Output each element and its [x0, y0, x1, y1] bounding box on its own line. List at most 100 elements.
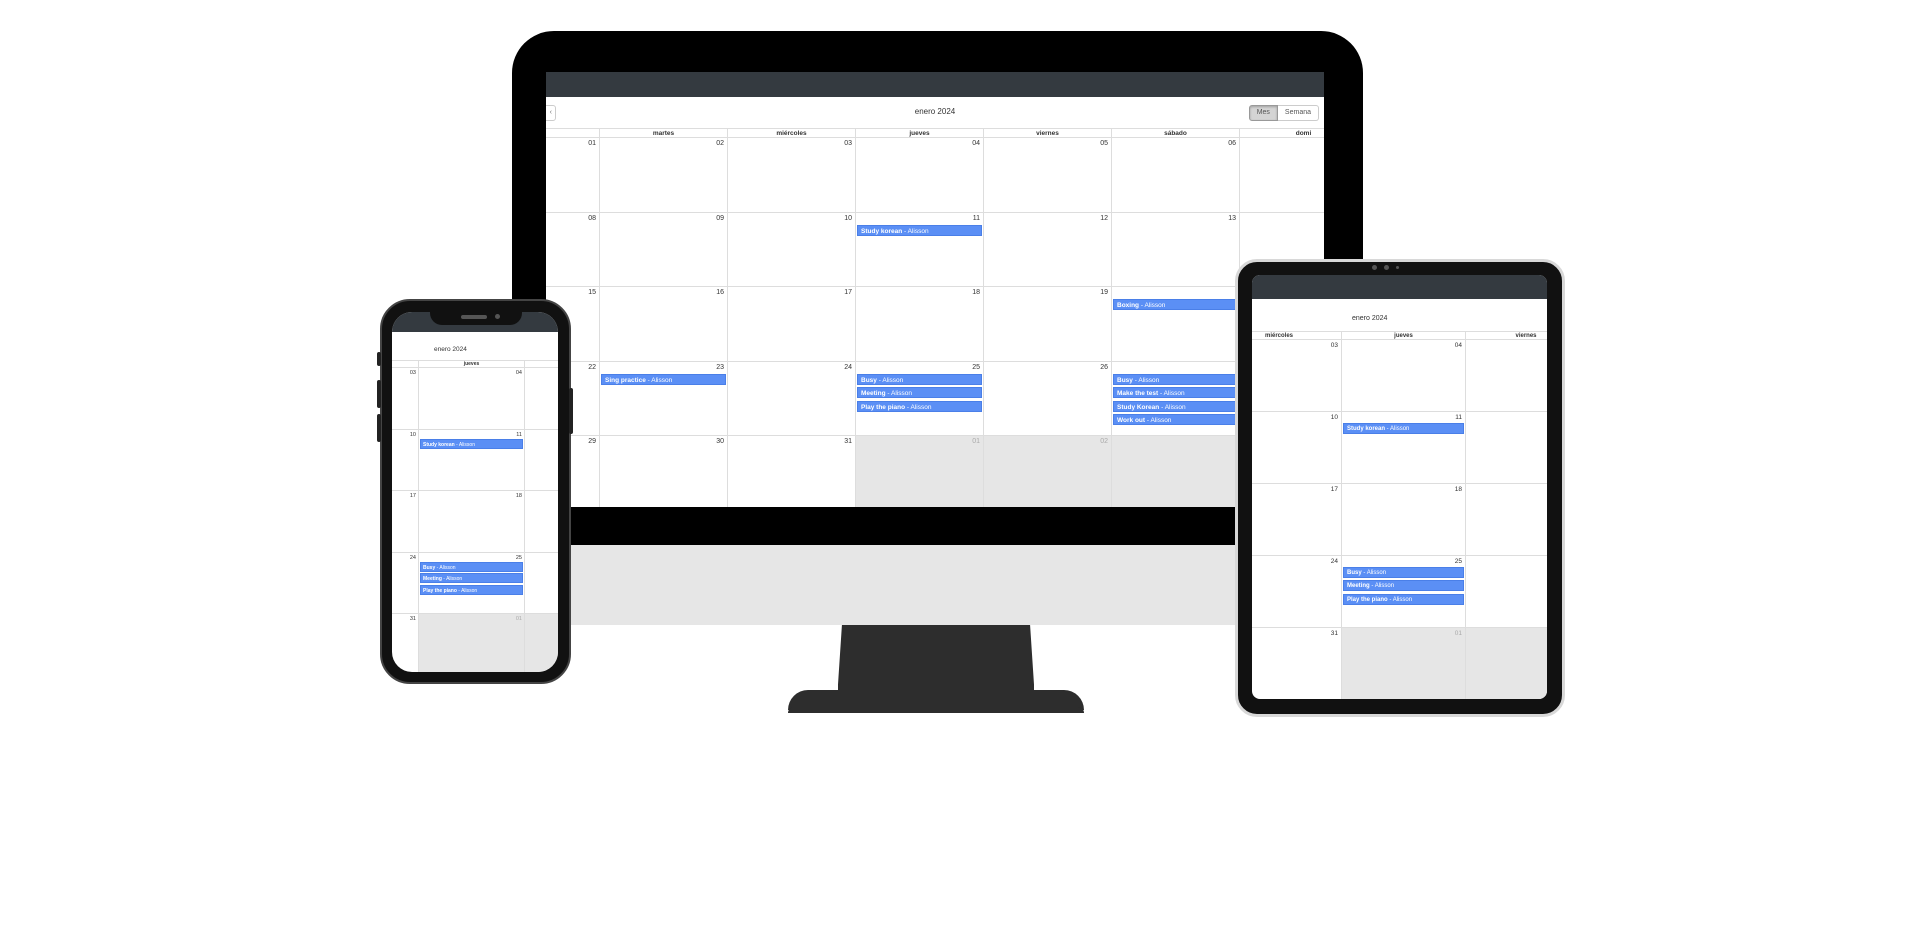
day-cell[interactable]: 25 Busy - Alisson Meeting - Alisson Play th…	[418, 552, 524, 613]
day-cell[interactable]	[524, 368, 558, 429]
day-cell[interactable]: 06	[1111, 138, 1239, 212]
weekday-header: sábado	[1111, 129, 1239, 138]
day-cell[interactable]: 31	[1252, 628, 1341, 699]
calendar-event[interactable]: Busy - Alisson	[1113, 373, 1238, 385]
day-cell[interactable]: 11 Study korean - Alisson	[855, 212, 983, 286]
phone-speaker	[461, 315, 487, 319]
event-owner: Alisson	[907, 227, 929, 235]
calendar-event[interactable]: Play the piano - Alisson	[1343, 593, 1464, 605]
day-cell[interactable]: 18	[418, 491, 524, 552]
calendar-event[interactable]: Play the piano - Alisson	[420, 584, 523, 595]
week-view-button[interactable]: Semana	[1277, 105, 1319, 121]
day-cell[interactable]: 30	[599, 436, 727, 507]
day-cell[interactable]: 01	[418, 614, 524, 672]
month-grid: lunesmartesmiércolesjuevesviernessábadod…	[546, 128, 1324, 507]
day-number: 05	[1100, 140, 1108, 147]
day-number: 15	[588, 289, 596, 296]
day-cell[interactable]: 17	[392, 491, 418, 552]
tablet-light-sensor	[1396, 266, 1399, 269]
day-cell[interactable]: Busy - Alisson Make the test - Alisson Stu…	[1111, 361, 1239, 435]
day-cell[interactable]: Boxing - Alisson	[1111, 287, 1239, 361]
week-row: 31 01	[392, 614, 558, 672]
day-cell[interactable]: 01	[1341, 628, 1465, 699]
day-cell[interactable]: 18	[1341, 484, 1465, 555]
day-cell[interactable]: 31	[392, 614, 418, 672]
day-cell[interactable]: 05	[983, 138, 1111, 212]
day-cell[interactable]: 17	[1252, 484, 1341, 555]
day-cell[interactable]: 24	[1252, 556, 1341, 627]
day-number: 24	[844, 363, 852, 371]
day-cell[interactable]: 09	[599, 212, 727, 286]
day-cell[interactable]: 24	[392, 553, 418, 614]
day-cell[interactable]	[524, 552, 558, 613]
calendar-event[interactable]: Busy - Alisson	[1343, 567, 1464, 578]
calendar-event[interactable]: Study Korean - Alisson	[1113, 400, 1238, 412]
weekday-header	[392, 361, 418, 368]
calendar-event[interactable]: Play the piano - Alisson	[857, 400, 982, 412]
calendar-event[interactable]: Make the test - Alisson	[1113, 387, 1238, 398]
day-cell[interactable]: 13	[1111, 212, 1239, 286]
day-cell[interactable]: 16	[599, 287, 727, 361]
calendar-event[interactable]: Work out - Alisson	[1113, 414, 1238, 425]
calendar-event[interactable]: Meeting - Alisson	[1343, 580, 1464, 592]
day-cell[interactable]: 11 Study korean - Alisson	[418, 429, 524, 490]
day-cell[interactable]: 23 Sing practice - Alisson	[599, 361, 727, 435]
day-number: 23	[716, 363, 724, 371]
day-cell[interactable]: 24	[727, 361, 855, 435]
day-cell[interactable]: 18	[855, 287, 983, 361]
day-cell[interactable]	[524, 614, 558, 672]
day-cell[interactable]	[1465, 484, 1547, 555]
day-cell[interactable]: 03	[1252, 340, 1341, 411]
calendar-event[interactable]: Boxing - Alisson	[1113, 299, 1238, 310]
calendar-event[interactable]: Study korean - Alisson	[857, 224, 982, 236]
day-cell[interactable]: 01	[855, 436, 983, 507]
calendar-event[interactable]: Study korean - Alisson	[420, 438, 523, 449]
day-number: 09	[716, 214, 724, 222]
calendar-event[interactable]: Study korean - Alisson	[1343, 423, 1464, 434]
day-number: 02	[1100, 438, 1108, 445]
calendar-event[interactable]: Meeting - Alisson	[857, 387, 982, 398]
day-cell[interactable]: 08	[546, 213, 599, 287]
day-cell[interactable]: 02	[599, 138, 727, 212]
tablet-month-grid: miércoles jueves viernes 03 04 10 11 Study kore…	[1252, 331, 1547, 699]
day-cell[interactable]: 10	[727, 212, 855, 286]
day-cell[interactable]	[524, 429, 558, 490]
calendar-event[interactable]: Busy - Alisson	[420, 561, 523, 572]
calendar-event[interactable]: Sing practice - Alisson	[601, 373, 726, 385]
day-cell[interactable]: 10	[1252, 412, 1341, 483]
day-cell[interactable]: 12	[983, 212, 1111, 286]
monitor-stand	[838, 625, 1034, 710]
day-number: 18	[972, 289, 980, 296]
day-cell[interactable]	[1465, 412, 1547, 483]
day-cell[interactable]	[1465, 628, 1547, 699]
calendar-event[interactable]: Meeting - Alisson	[420, 573, 523, 583]
day-number: 24	[409, 554, 416, 561]
day-cell[interactable]: 17	[727, 287, 855, 361]
day-cell[interactable]	[1239, 138, 1324, 212]
day-cell[interactable]: 11 Study korean - Alisson	[1341, 412, 1465, 483]
day-cell[interactable]: 19	[983, 287, 1111, 361]
day-cell[interactable]: 04	[1341, 340, 1465, 411]
day-number: 25	[515, 554, 522, 561]
day-cell[interactable]	[1465, 340, 1547, 411]
week-row: 03 04	[392, 368, 558, 430]
calendar-event[interactable]: Busy - Alisson	[857, 373, 982, 385]
day-cell[interactable]	[1465, 556, 1547, 627]
day-cell[interactable]: 31	[727, 436, 855, 507]
month-view-button[interactable]: Mes	[1248, 105, 1278, 121]
week-row: 29 30 31 01 02	[546, 436, 1324, 507]
day-cell[interactable]: 03	[727, 138, 855, 212]
day-cell[interactable]: 25 Busy - Alisson Meeting - Alisson Play th…	[1341, 556, 1465, 627]
weekday-header: jueves	[418, 361, 524, 368]
day-cell[interactable]	[1111, 436, 1239, 507]
day-cell[interactable]: 03	[392, 368, 418, 429]
day-cell[interactable]: 02	[983, 436, 1111, 507]
day-cell[interactable]: 04	[418, 368, 524, 429]
day-cell[interactable]: 01	[546, 138, 599, 212]
weekday-header-row: miércoles jueves viernes	[1252, 331, 1547, 340]
day-cell[interactable]: 26	[983, 361, 1111, 435]
day-cell[interactable]: 25 Busy - Alisson Meeting - Alisson Play th…	[855, 361, 983, 435]
day-cell[interactable]: 04	[855, 138, 983, 212]
day-cell[interactable]	[524, 491, 558, 552]
day-cell[interactable]: 10	[392, 430, 418, 491]
